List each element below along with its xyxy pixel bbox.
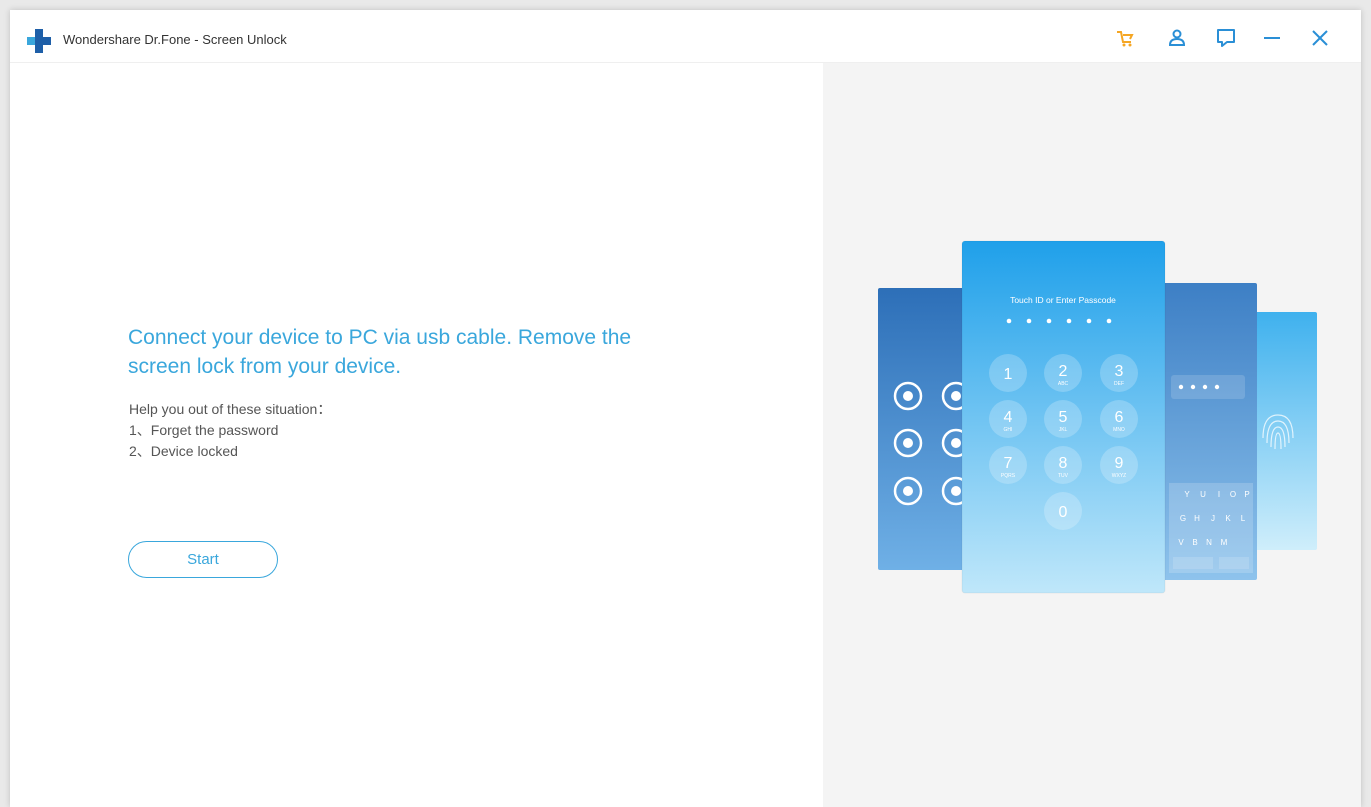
keypad-digit: 4 xyxy=(1004,409,1013,426)
keypad-key-4: 4GHI xyxy=(989,400,1027,438)
key: O xyxy=(1230,490,1236,499)
start-button[interactable]: Start xyxy=(128,541,278,578)
keypad-key-7: 7PQRS xyxy=(989,446,1027,484)
keypad-letters: MNO xyxy=(1113,427,1125,433)
key: H xyxy=(1194,514,1200,523)
help-item: 1、Forget the password xyxy=(129,422,279,438)
close-icon xyxy=(1312,30,1328,46)
keypad-letters: ABC xyxy=(1058,381,1069,387)
key: M xyxy=(1221,538,1228,547)
lock-screens-illustration: Y U I O P G H J K L V B N M Touch ID or … xyxy=(878,240,1317,594)
keypad-letters: DEF xyxy=(1114,381,1124,387)
password-screen: Y U I O P G H J K L V B N M xyxy=(1163,283,1257,580)
title-bar[interactable]: Wondershare Dr.Fone - Screen Unlock xyxy=(10,10,1361,63)
close-button[interactable] xyxy=(1306,24,1334,52)
keypad-key-9: 9WXYZ xyxy=(1100,446,1138,484)
pattern-screen xyxy=(878,288,974,570)
passcode-prompt: Touch ID or Enter Passcode xyxy=(1010,295,1116,305)
keypad-digit: 9 xyxy=(1115,455,1124,472)
help-item: 2、Device locked xyxy=(129,443,238,459)
keypad-digit: 8 xyxy=(1059,455,1068,472)
key: N xyxy=(1206,538,1212,547)
keypad-letters: PQRS xyxy=(1001,473,1016,479)
user-icon xyxy=(1168,29,1186,46)
app-window: Wondershare Dr.Fone - Screen Unlock Conn… xyxy=(10,10,1361,807)
keypad-key-0: 0 xyxy=(1044,492,1082,530)
minimize-button[interactable] xyxy=(1258,24,1286,52)
keypad-key-3: 3DEF xyxy=(1100,354,1138,392)
key: K xyxy=(1225,514,1231,523)
keypad-key-1: 1 xyxy=(989,354,1027,392)
illustration-pane: Y U I O P G H J K L V B N M Touch ID or … xyxy=(823,63,1361,807)
account-button[interactable] xyxy=(1163,24,1191,52)
keypad-key-2: 2ABC xyxy=(1044,354,1082,392)
key: Y xyxy=(1184,490,1190,499)
keypad-letters: TUV xyxy=(1058,473,1069,479)
app-title: Wondershare Dr.Fone - Screen Unlock xyxy=(63,32,287,47)
keypad-letters: GHI xyxy=(1004,427,1013,433)
keypad-digit: 5 xyxy=(1059,409,1068,426)
minimize-icon xyxy=(1264,37,1280,39)
keypad-key-8: 8TUV xyxy=(1044,446,1082,484)
keypad-digit: 3 xyxy=(1115,363,1124,380)
cart-icon xyxy=(1117,31,1134,47)
feedback-button[interactable] xyxy=(1212,24,1240,52)
help-section: Help you out of these situation： 1、Forge… xyxy=(129,399,331,462)
keypad-key-5: 5JKL xyxy=(1044,400,1082,438)
passcode-screen: Touch ID or Enter Passcode 1 2ABC 3DEF 4GHI… xyxy=(961,240,1166,594)
keyboard: Y U I O P G H J K L V B N M xyxy=(1169,483,1253,573)
key: B xyxy=(1192,538,1197,547)
keypad-digit: 0 xyxy=(1059,504,1068,521)
connect-headline: Connect your device to PC via usb cable.… xyxy=(128,326,632,378)
help-title: Help you out of these situation： xyxy=(129,401,332,417)
keypad-digit: 6 xyxy=(1115,409,1124,426)
key: G xyxy=(1180,514,1186,523)
keypad-key-6: 6MNO xyxy=(1100,400,1138,438)
keypad-digit: 1 xyxy=(1004,366,1013,383)
key: J xyxy=(1211,514,1215,523)
key: V xyxy=(1178,538,1184,547)
feedback-icon xyxy=(1217,29,1235,47)
drfone-logo-icon xyxy=(27,29,51,53)
keypad-digit: 2 xyxy=(1059,363,1068,380)
keypad-letters: WXYZ xyxy=(1112,473,1126,479)
cart-button[interactable] xyxy=(1111,24,1139,52)
key: P xyxy=(1244,490,1249,499)
key: I xyxy=(1218,490,1220,499)
keypad-letters: JKL xyxy=(1059,427,1068,433)
content-pane: Connect your device to PC via usb cable.… xyxy=(10,63,823,807)
key: L xyxy=(1241,514,1246,523)
keypad-digit: 7 xyxy=(1004,455,1013,472)
key: U xyxy=(1200,490,1206,499)
